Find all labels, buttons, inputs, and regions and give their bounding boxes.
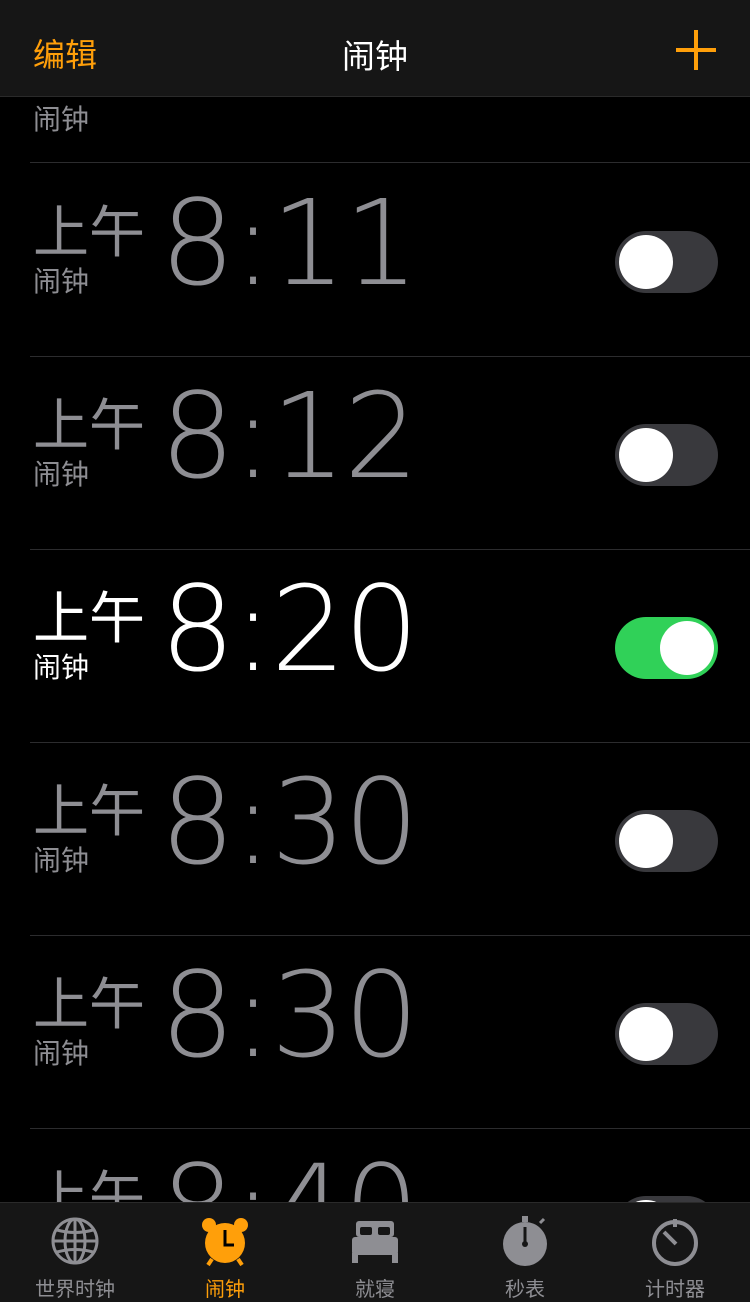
toggle-knob bbox=[619, 1007, 673, 1061]
alarm-ampm: 上午 bbox=[33, 780, 145, 845]
tab-world-clock[interactable]: 世界时钟 bbox=[0, 1203, 150, 1302]
alarm-ampm: 上午 bbox=[33, 394, 145, 459]
alarm-time: 8:30 bbox=[160, 753, 419, 891]
globe-icon bbox=[51, 1217, 99, 1265]
alarm-label: 闹钟 bbox=[33, 844, 90, 877]
page-title: 闹钟 bbox=[342, 37, 408, 76]
alarm-ampm: 上午 bbox=[33, 587, 145, 652]
tab-timer[interactable]: 计时器 bbox=[600, 1203, 750, 1302]
tab-label: 计时器 bbox=[645, 1277, 705, 1301]
alarm-toggle[interactable] bbox=[615, 810, 718, 872]
tab-label: 就寝 bbox=[355, 1277, 395, 1301]
alarm-toggle[interactable] bbox=[615, 617, 718, 679]
tab-bedtime[interactable]: 就寝 bbox=[300, 1203, 450, 1302]
alarm-time: 8:11 bbox=[160, 174, 419, 312]
alarm-label: 闹钟 bbox=[33, 103, 90, 136]
alarm-time: 8:30 bbox=[160, 946, 419, 1084]
alarm-row[interactable]: 上午 8:20 闹钟 bbox=[0, 550, 750, 743]
alarm-list: 闹钟 上午 8:11 闹钟 上午 8:12 闹钟 上午 8:20 闹钟 上午 8… bbox=[0, 0, 750, 1301]
plus-icon[interactable] bbox=[676, 30, 716, 70]
alarm-row[interactable]: 上午 8:12 闹钟 bbox=[0, 357, 750, 550]
navigation-bar: 编辑 闹钟 bbox=[0, 0, 750, 97]
toggle-knob bbox=[619, 235, 673, 289]
alarm-toggle[interactable] bbox=[615, 424, 718, 486]
alarm-label: 闹钟 bbox=[33, 458, 90, 491]
alarm-row[interactable]: 上午 8:11 闹钟 bbox=[0, 164, 750, 357]
tab-label: 世界时钟 bbox=[35, 1277, 115, 1301]
toggle-knob bbox=[619, 428, 673, 482]
alarm-ampm: 上午 bbox=[33, 973, 145, 1038]
alarm-row[interactable]: 上午 8:30 闹钟 bbox=[0, 743, 750, 936]
toggle-knob bbox=[660, 621, 714, 675]
alarm-label: 闹钟 bbox=[33, 265, 90, 298]
tab-bar: 世界时钟 闹钟 就寝 秒表 计时器 bbox=[0, 1202, 750, 1302]
alarm-clock-icon bbox=[202, 1218, 248, 1267]
bed-icon bbox=[352, 1221, 398, 1263]
alarm-ampm: 上午 bbox=[33, 201, 145, 266]
alarm-time: 8:20 bbox=[160, 560, 419, 698]
tab-alarm[interactable]: 闹钟 bbox=[150, 1203, 300, 1302]
alarm-toggle[interactable] bbox=[615, 1003, 718, 1065]
tab-stopwatch[interactable]: 秒表 bbox=[450, 1203, 600, 1302]
toggle-knob bbox=[619, 814, 673, 868]
alarm-label: 闹钟 bbox=[33, 651, 90, 684]
alarm-time: 8:12 bbox=[160, 367, 419, 505]
tab-label: 闹钟 bbox=[205, 1277, 245, 1301]
timer-icon bbox=[652, 1219, 698, 1266]
alarm-label: 闹钟 bbox=[33, 1037, 90, 1070]
alarm-toggle[interactable] bbox=[615, 231, 718, 293]
stopwatch-icon bbox=[503, 1216, 547, 1266]
row-divider bbox=[30, 162, 750, 163]
tab-label: 秒表 bbox=[505, 1277, 545, 1301]
alarm-row[interactable]: 上午 8:30 闹钟 bbox=[0, 936, 750, 1129]
